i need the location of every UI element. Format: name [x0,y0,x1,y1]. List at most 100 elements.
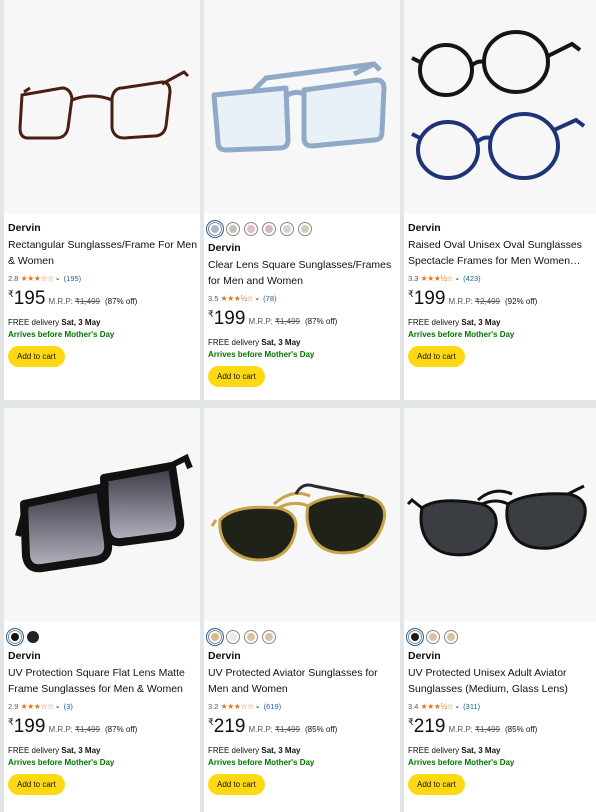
mrp: M.R.P: ₹1,499 [48,297,100,306]
chevron-down-icon[interactable]: ⌄ [254,294,260,302]
product-card[interactable]: Dervin Raised Oval Unisex Oval Sunglasse… [404,0,596,400]
color-swatches [208,630,400,644]
mrp-value: ₹2,499 [474,297,500,306]
black-and-blue-oval-frames-icon [411,30,586,180]
product-brand: Dervin [408,650,441,662]
color-swatch[interactable] [262,222,276,236]
delivery-info: FREE delivery Sat, 3 May [408,745,596,756]
delivery-prefix: FREE delivery [208,746,260,755]
product-image[interactable] [4,408,200,622]
rating-value: 2.9 [8,701,19,711]
product-card[interactable]: Dervin UV Protection Square Flat Lens Ma… [4,408,200,812]
color-swatch[interactable] [298,222,312,236]
star-rating-icon: ★★★☆☆ [20,701,54,711]
brown-rectangular-frame-icon [18,70,190,140]
review-count[interactable]: (311) [463,702,480,711]
color-swatch[interactable] [208,630,222,644]
review-count[interactable]: (3) [64,702,73,711]
rating-row[interactable]: 3.2 ★★★☆☆ ⌄ (619) [208,700,400,712]
color-swatch[interactable] [244,222,258,236]
color-swatch[interactable] [280,222,294,236]
add-to-cart-button[interactable]: Add to cart [208,774,265,795]
product-image[interactable] [4,0,200,214]
arrival-note: Arrives before Mother's Day [408,330,515,339]
delivery-date: Sat, 3 May [461,746,501,755]
rating-value: 3.4 [408,701,419,711]
color-swatch[interactable] [226,222,240,236]
color-swatch[interactable] [262,630,276,644]
add-to-cart-button[interactable]: Add to cart [408,774,465,795]
review-count[interactable]: (423) [463,274,481,283]
color-swatch[interactable] [444,630,458,644]
product-title[interactable]: Rectangular Sunglasses/Frame For Men & W… [8,237,200,269]
mrp: M.R.P: ₹2,499 [448,297,500,306]
mrp: M.R.P: ₹1,499 [448,725,500,734]
product-image[interactable] [404,0,596,214]
review-count[interactable]: (78) [263,294,276,303]
delivery-info: FREE delivery Sat, 3 May [8,317,200,328]
review-count[interactable]: (195) [64,274,82,283]
product-title[interactable]: Raised Oval Unisex Oval Sunglasses Spect… [408,237,596,269]
product-card[interactable]: Dervin UV Protected Aviator Sunglasses f… [204,408,400,812]
product-brand: Dervin [408,222,441,234]
chevron-down-icon[interactable]: ⌄ [255,702,261,710]
rating-row[interactable]: 2.9 ★★★☆☆ ⌄ (3) [8,700,200,712]
mrp: M.R.P: ₹1,499 [248,317,300,326]
price: 219 [413,716,446,737]
black-aviator-sunglasses-icon [406,484,587,557]
product-image[interactable] [404,408,596,622]
color-swatch[interactable] [426,630,440,644]
star-rating-icon: ★★★½☆ [420,273,454,283]
product-title[interactable]: Clear Lens Square Sunglasses/Frames for … [208,257,400,289]
price: 195 [13,288,46,309]
arrival-note: Arrives before Mother's Day [208,758,315,767]
chevron-down-icon[interactable]: ⌄ [55,274,61,282]
price-row: ₹ 199 M.R.P: ₹1,499 (87% off) [8,717,200,739]
product-brand: Dervin [208,650,241,662]
delivery-info: FREE delivery Sat, 3 May [408,317,596,328]
product-image[interactable] [204,408,400,622]
price-row: ₹ 199 M.R.P: ₹2,499 (92% off) [408,289,596,311]
color-swatch[interactable] [208,222,222,236]
price-row: ₹ 199 M.R.P: ₹1,499 (87% off) [208,309,400,331]
price: 199 [213,308,246,329]
star-rating-icon: ★★★½☆ [420,701,454,711]
chevron-down-icon[interactable]: ⌄ [454,702,460,710]
rating-row[interactable]: 3.5 ★★★½☆ ⌄ (78) [208,292,400,304]
delivery-info: FREE delivery Sat, 3 May [8,745,200,756]
delivery-date: Sat, 3 May [61,746,101,755]
color-swatch[interactable] [8,630,22,644]
review-count[interactable]: (619) [264,702,282,711]
product-title[interactable]: UV Protection Square Flat Lens Matte Fra… [8,665,200,697]
add-to-cart-button[interactable]: Add to cart [408,346,465,367]
add-to-cart-button[interactable]: Add to cart [208,366,265,387]
mrp-label: M.R.P: [48,297,73,306]
product-title[interactable]: UV Protected Unisex Adult Aviator Sungla… [408,665,596,697]
delivery-prefix: FREE delivery [208,338,260,347]
chevron-down-icon[interactable]: ⌄ [55,702,61,710]
color-swatch[interactable] [26,630,40,644]
rating-row[interactable]: 3.4 ★★★½☆ ⌄ (311) [408,700,596,712]
product-title[interactable]: UV Protected Aviator Sunglasses for Men … [208,665,400,697]
mrp-value: ₹1,499 [274,725,300,734]
mrp-label: M.R.P: [48,725,73,734]
chevron-down-icon[interactable]: ⌄ [454,274,460,282]
product-card[interactable]: Dervin Rectangular Sunglasses/Frame For … [4,0,200,400]
delivery-prefix: FREE delivery [8,318,60,327]
rating-value: 3.3 [408,273,419,283]
product-card[interactable]: Dervin UV Protected Unisex Adult Aviator… [404,408,596,812]
arrival-note: Arrives before Mother's Day [8,758,115,767]
color-swatch[interactable] [408,630,422,644]
rating-row[interactable]: 3.3 ★★★½☆ ⌄ (423) [408,272,596,284]
add-to-cart-button[interactable]: Add to cart [8,774,65,795]
price: 219 [213,716,246,737]
product-image[interactable] [204,0,400,214]
color-swatch[interactable] [226,630,240,644]
rating-row[interactable]: 2.8 ★★★☆☆ ⌄ (195) [8,272,200,284]
discount: (87% off) [305,317,338,326]
add-to-cart-button[interactable]: Add to cart [8,346,65,367]
star-rating-icon: ★★★☆☆ [20,273,54,283]
discount: (85% off) [505,725,538,734]
product-card[interactable]: Dervin Clear Lens Square Sunglasses/Fram… [204,0,400,400]
color-swatch[interactable] [244,630,258,644]
